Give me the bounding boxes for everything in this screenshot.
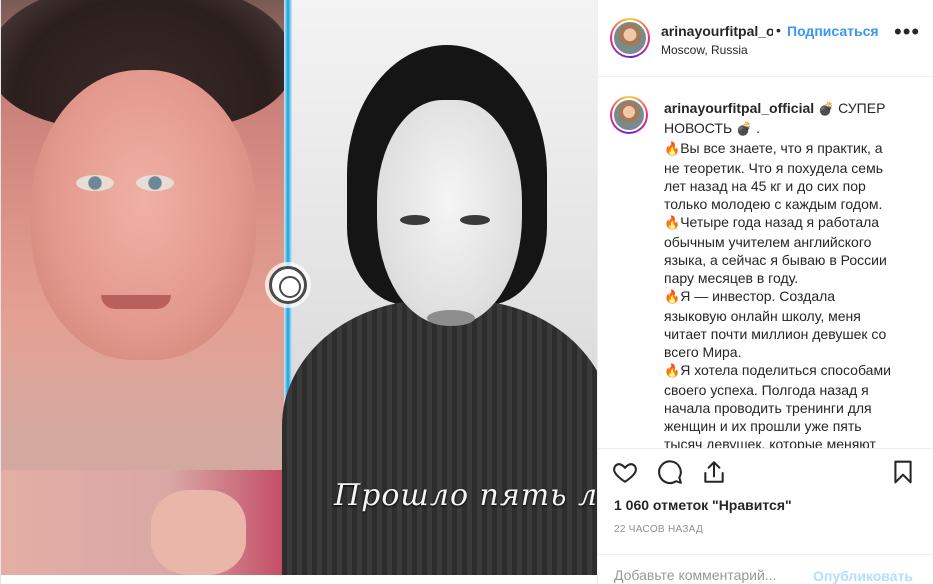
post-header: arinayourfitpal_o • Подписаться Moscow, … xyxy=(598,0,933,77)
fire-emoji-icon: 🔥 xyxy=(664,142,681,157)
caption-paragraph-4: Я хотела поделиться способами своего усп… xyxy=(664,362,891,448)
comment-input[interactable] xyxy=(614,567,799,583)
fire-emoji-icon: 🔥 xyxy=(664,216,681,231)
comparison-slider-handle[interactable] xyxy=(269,266,307,304)
more-options-icon[interactable]: ••• xyxy=(894,21,920,43)
post-location[interactable]: Moscow, Russia xyxy=(661,43,748,57)
fire-emoji-icon: 🔥 xyxy=(664,364,681,379)
follow-button[interactable]: Подписаться xyxy=(787,23,879,39)
header-separator: • xyxy=(776,22,781,38)
fire-emoji-icon: 🔥 xyxy=(664,290,681,305)
caption-avatar[interactable] xyxy=(610,96,648,134)
post-timestamp[interactable]: 22 часов назад xyxy=(614,524,703,535)
publish-button[interactable]: Опубликовать xyxy=(813,568,913,584)
comment-icon[interactable] xyxy=(657,459,685,487)
bomb-emoji-icon: 💣 xyxy=(736,122,753,137)
caption-paragraph-1: Вы все знаете, что я практик, а не теоре… xyxy=(664,140,883,212)
caption-title-1: СУПЕР xyxy=(838,100,886,116)
heart-icon[interactable] xyxy=(612,459,640,487)
post-actions xyxy=(598,448,933,498)
share-icon[interactable] xyxy=(701,459,729,487)
author-username[interactable]: arinayourfitpal_o xyxy=(661,23,773,39)
comments-area: arinayourfitpal_official 💣 СУПЕР НОВОСТЬ… xyxy=(598,78,933,448)
post-side-panel: arinayourfitpal_o • Подписаться Moscow, … xyxy=(597,0,933,584)
post-media[interactable]: Прошло пять лет... xyxy=(1,0,597,575)
post-modal: Прошло пять лет... arinayourfitpal_o • П… xyxy=(0,0,933,584)
caption-paragraph-2: Четыре года назад я работала обычным учи… xyxy=(664,214,887,286)
caption-paragraph-3: Я — инвестор. Создала языковую онлайн шк… xyxy=(664,288,887,360)
post-caption: arinayourfitpal_official 💣 СУПЕР НОВОСТЬ… xyxy=(664,99,900,448)
caption-title-end: . xyxy=(756,120,761,136)
caption-title-2: НОВОСТЬ xyxy=(664,120,733,136)
bookmark-icon[interactable] xyxy=(890,459,918,487)
caption-username[interactable]: arinayourfitpal_official xyxy=(664,100,814,116)
before-photo xyxy=(1,0,291,575)
likes-count[interactable]: 1 060 отметок "Нравится" xyxy=(614,497,792,513)
author-avatar[interactable] xyxy=(610,18,650,58)
add-comment-bar: Опубликовать xyxy=(598,554,933,584)
after-photo: Прошло пять лет... xyxy=(282,0,597,575)
bomb-emoji-icon: 💣 xyxy=(818,102,835,117)
media-overlay-text: Прошло пять лет... xyxy=(334,478,597,513)
